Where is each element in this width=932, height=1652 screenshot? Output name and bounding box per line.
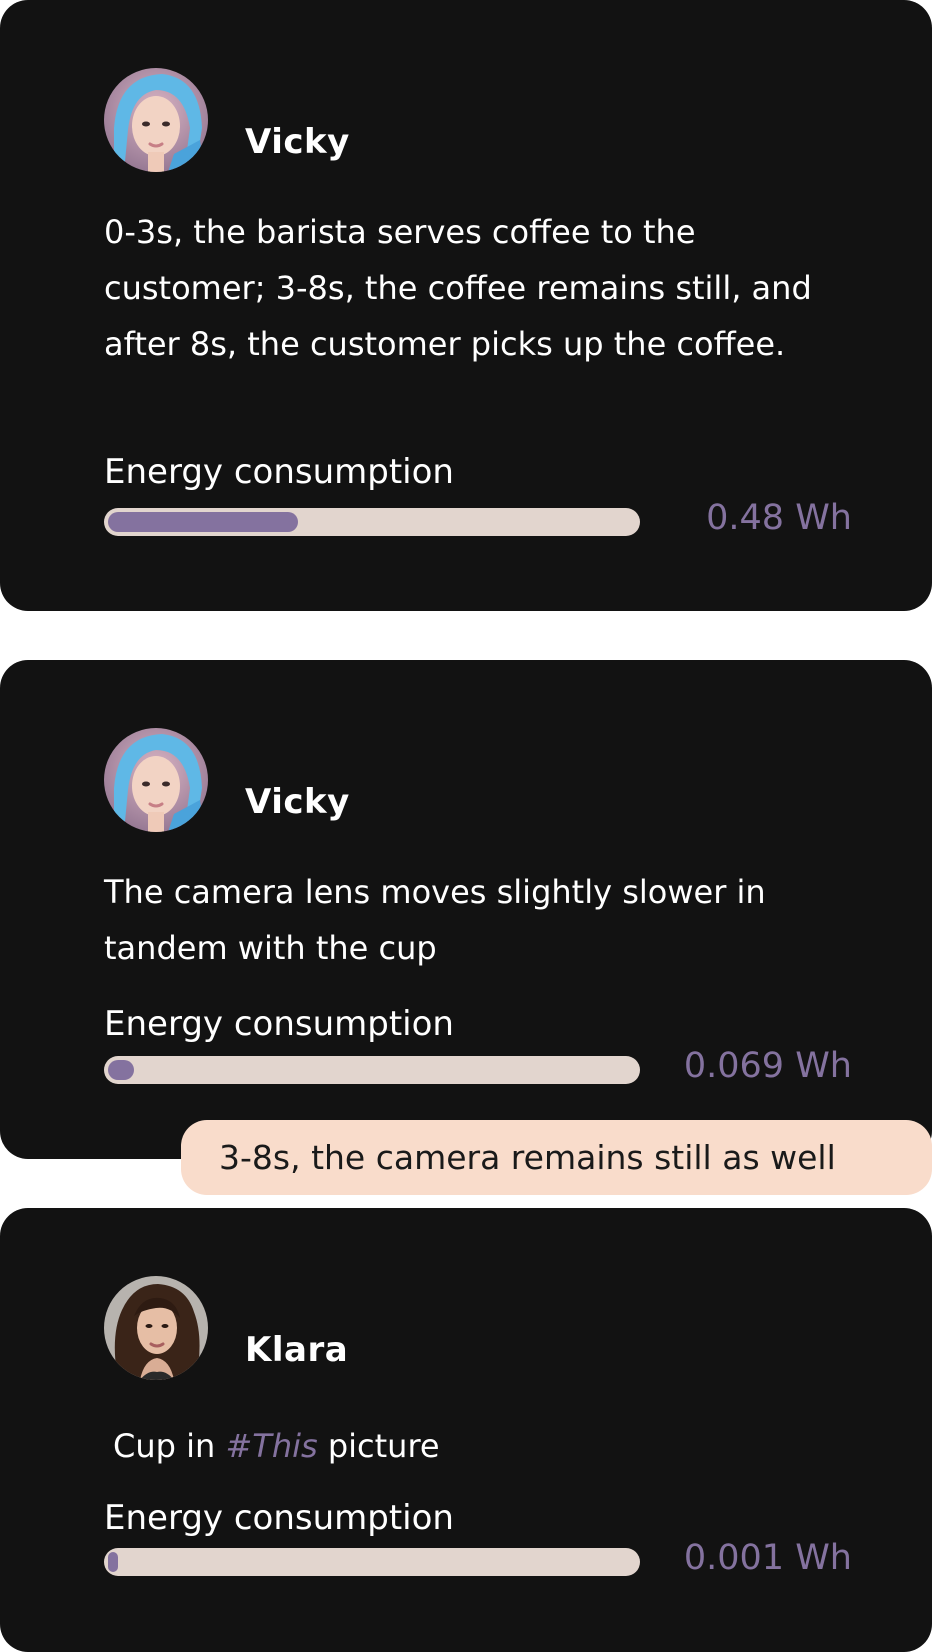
message-text-after: picture [327,1427,440,1465]
message-card: Klara Cup in #This picture Energy consum… [0,1208,932,1652]
message-text: The camera lens moves slightly slower in… [104,873,766,967]
author-name: Klara [245,1330,349,1370]
avatar-vicky-icon[interactable] [104,68,208,172]
message-text: Cup in #This picture [113,1418,843,1474]
energy-label: Energy consumption [104,1498,454,1538]
message-text-before: Cup in [113,1427,216,1465]
energy-bar-fill [108,1060,134,1080]
energy-bar [104,1548,640,1576]
avatar-klara-icon[interactable] [104,1276,208,1380]
message-text: 0-3s, the barista serves coffee to the c… [104,213,812,363]
avatar-klara-image [104,1276,208,1380]
energy-bar [104,1056,640,1084]
avatar-vicky-image [104,728,208,832]
avatar-vicky-icon[interactable] [104,728,208,832]
energy-label: Energy consumption [104,1004,454,1044]
hashtag-link[interactable]: #This [225,1427,317,1465]
avatar-vicky-image [104,68,208,172]
message-card: Vicky 0-3s, the barista serves coffee to… [0,0,932,611]
energy-value: 0.001 Wh [683,1538,852,1578]
energy-label: Energy consumption [104,452,454,492]
author-name: Vicky [245,782,350,822]
energy-value: 0.48 Wh [706,498,852,538]
energy-bar-fill [108,512,298,532]
reply-bubble[interactable]: 3-8s, the camera remains still as well [181,1120,932,1195]
author-name: Vicky [245,122,350,162]
message-card: Vicky The camera lens moves slightly slo… [0,660,932,1159]
energy-bar [104,508,640,536]
energy-value: 0.069 Wh [683,1046,852,1086]
energy-bar-fill [108,1552,118,1572]
